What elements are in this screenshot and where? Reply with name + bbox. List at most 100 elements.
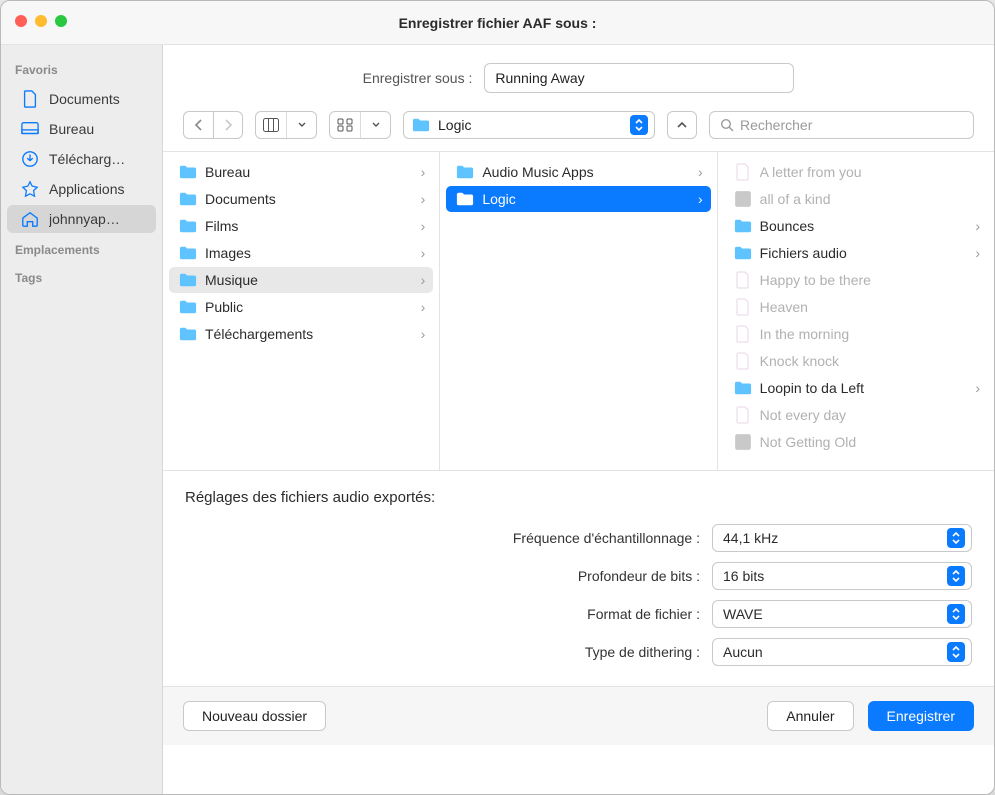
browser-item[interactable]: Happy to be there (724, 267, 988, 293)
sidebar-item[interactable]: johnnyap… (7, 205, 156, 233)
browser-item[interactable]: Heaven (724, 294, 988, 320)
browser-item-label: Happy to be there (760, 272, 980, 288)
browser-item[interactable]: Bureau› (169, 159, 433, 185)
sidebar-section-tags: Tags (1, 263, 162, 291)
new-folder-button[interactable]: Nouveau dossier (183, 701, 326, 731)
grouping-button[interactable] (330, 112, 360, 138)
document-icon (734, 298, 752, 316)
logic-project-icon (734, 190, 752, 208)
document-icon (734, 325, 752, 343)
browser-item[interactable]: Images› (169, 240, 433, 266)
folder-icon (179, 190, 197, 208)
chevron-down-icon (372, 120, 380, 130)
nav-back-button[interactable] (183, 111, 213, 139)
browser-item-label: Knock knock (760, 353, 980, 369)
folder-icon (412, 116, 430, 134)
document-icon (734, 406, 752, 424)
document-icon (21, 90, 39, 108)
search-field[interactable] (709, 111, 974, 139)
view-columns-button[interactable] (256, 112, 286, 138)
folder-icon (456, 190, 474, 208)
sample-rate-label: Fréquence d'échantillonnage : (513, 530, 700, 546)
browser-item[interactable]: Bounces › (724, 213, 988, 239)
sidebar-section-favorites: Favoris (1, 55, 162, 83)
bit-depth-select[interactable]: 16 bits (712, 562, 972, 590)
save-as-input[interactable] (484, 63, 794, 93)
browser-item-label: Téléchargements (205, 326, 413, 342)
main-panel: Enregistrer sous : (163, 45, 994, 794)
popup-chevrons-icon (947, 604, 965, 624)
sidebar-item[interactable]: Télécharg… (7, 145, 156, 173)
browser-item[interactable]: Logic› (446, 186, 710, 212)
browser-item[interactable]: In the morning (724, 321, 988, 347)
save-as-row: Enregistrer sous : (163, 45, 994, 105)
browser-item[interactable]: Not every day (724, 402, 988, 428)
chevron-right-icon: › (421, 272, 426, 288)
sidebar-item[interactable]: Bureau (7, 115, 156, 143)
location-popup-button[interactable]: Logic (403, 111, 655, 139)
logic-project-icon (734, 433, 752, 451)
sidebar-item-label: Télécharg… (49, 151, 125, 167)
browser-column-1: Bureau›Documents›Films›Images› Musique › Pu… (163, 152, 440, 470)
window-title: Enregistrer fichier AAF sous : (399, 15, 597, 31)
browser-item-label: Heaven (760, 299, 980, 315)
folder-icon (179, 163, 197, 181)
chevron-left-icon (194, 119, 204, 131)
popup-chevrons-icon (947, 566, 965, 586)
search-input[interactable] (740, 117, 963, 133)
browser-item-label: Not Getting Old (760, 434, 980, 450)
browser-item-label: Bounces (760, 218, 968, 234)
browser-item[interactable]: all of a kind (724, 186, 988, 212)
browser-item[interactable]: Documents› (169, 186, 433, 212)
sidebar-section-locations: Emplacements (1, 235, 162, 263)
document-icon (734, 271, 752, 289)
close-window-button[interactable] (15, 15, 27, 27)
dithering-select[interactable]: Aucun (712, 638, 972, 666)
save-dialog: Enregistrer fichier AAF sous : Favoris D… (0, 0, 995, 795)
minimize-window-button[interactable] (35, 15, 47, 27)
folder-icon (734, 244, 752, 262)
browser-item[interactable]: Not Getting Old (724, 429, 988, 455)
browser-column-2: Audio Music Apps›Logic› (440, 152, 717, 470)
browser-item[interactable]: Public› (169, 294, 433, 320)
sample-rate-select[interactable]: 44,1 kHz (712, 524, 972, 552)
nav-forward-button[interactable] (213, 111, 243, 139)
sidebar-item-label: Documents (49, 91, 120, 107)
browser-item[interactable]: A letter from you (724, 159, 988, 185)
cancel-button[interactable]: Annuler (767, 701, 853, 731)
bit-depth-label: Profondeur de bits : (578, 568, 700, 584)
chevron-right-icon: › (975, 218, 980, 234)
browser-item[interactable]: Audio Music Apps› (446, 159, 710, 185)
browser-item[interactable]: Téléchargements› (169, 321, 433, 347)
enclosing-folder-button[interactable] (667, 111, 697, 139)
save-as-label: Enregistrer sous : (363, 70, 473, 86)
window-controls (15, 15, 67, 27)
browser-item[interactable]: Knock knock (724, 348, 988, 374)
chevron-down-icon (298, 120, 306, 130)
chevron-right-icon: › (698, 191, 703, 207)
applications-icon (21, 180, 39, 198)
file-format-select[interactable]: WAVE (712, 600, 972, 628)
chevron-right-icon: › (975, 245, 980, 261)
browser-item[interactable]: Films› (169, 213, 433, 239)
sidebar-item[interactable]: Applications (7, 175, 156, 203)
save-button[interactable]: Enregistrer (868, 701, 974, 731)
sidebar-item[interactable]: Documents (7, 85, 156, 113)
view-dropdown-button[interactable] (286, 112, 316, 138)
grouping-dropdown-button[interactable] (360, 112, 390, 138)
folder-icon (734, 217, 752, 235)
zoom-window-button[interactable] (55, 15, 67, 27)
browser-item[interactable]: Fichiers audio› (724, 240, 988, 266)
browser-item-label: Documents (205, 191, 413, 207)
chevron-up-icon (676, 119, 688, 131)
chevron-right-icon: › (975, 380, 980, 396)
browser-item-label: Musique (205, 272, 413, 288)
setting-sample-rate-row: Fréquence d'échantillonnage : 44,1 kHz (185, 524, 972, 552)
settings-header: Réglages des fichiers audio exportés: (185, 489, 972, 506)
search-icon (720, 118, 734, 132)
browser-item[interactable]: Musique › (169, 267, 433, 293)
folder-icon (734, 379, 752, 397)
folder-icon (179, 244, 197, 262)
view-mode-group (255, 111, 317, 139)
browser-item[interactable]: Loopin to da Left› (724, 375, 988, 401)
